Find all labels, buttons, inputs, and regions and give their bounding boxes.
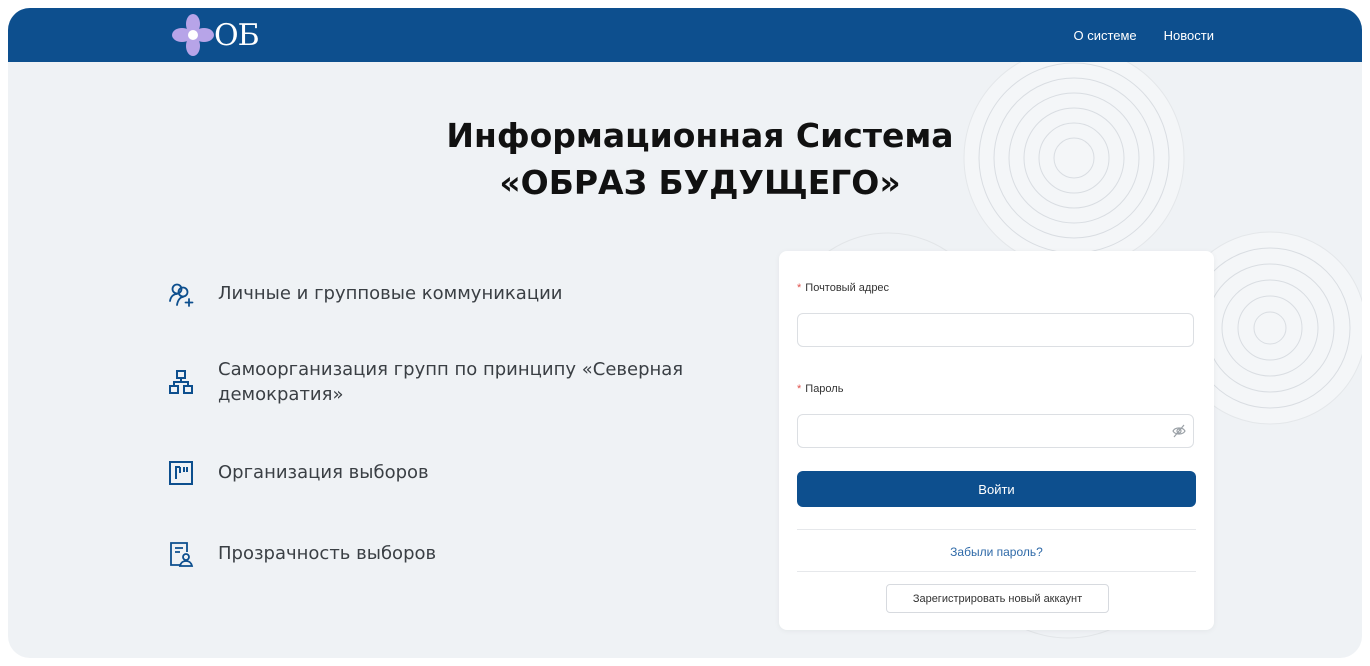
document-user-icon: [170, 542, 194, 567]
page-title-line1: Информационная Система: [446, 116, 954, 155]
divider: [797, 529, 1196, 530]
password-label-text: Пароль: [805, 383, 844, 395]
password-field-wrap: [779, 414, 1214, 450]
feature-item: Личные и групповые коммуникации: [168, 281, 768, 307]
required-mark: *: [797, 383, 802, 395]
email-field[interactable]: [797, 313, 1194, 347]
nav-link-news[interactable]: Новости: [1164, 28, 1214, 43]
feature-text: Организация выборов: [218, 462, 429, 483]
eye-hidden-icon[interactable]: [1172, 424, 1186, 438]
required-mark: *: [797, 282, 802, 294]
login-card: * Почтовый адрес * Пароль Войти Забыли пар…: [779, 251, 1214, 630]
flower-logo-icon: [172, 14, 214, 56]
ballot-box-icon: [169, 461, 193, 485]
org-structure-icon: [169, 370, 193, 394]
people-add-icon: [169, 283, 194, 307]
header-nav: О системе Новости: [1073, 8, 1214, 62]
logo-text: ОБ: [214, 17, 260, 53]
logo[interactable]: ОБ: [170, 12, 260, 58]
feature-item: Организация выборов: [168, 460, 768, 486]
forgot-password-link[interactable]: Забыли пароль?: [779, 545, 1214, 559]
register-button[interactable]: Зарегистрировать новый аккаунт: [886, 584, 1109, 613]
password-field[interactable]: [797, 414, 1194, 448]
feature-text: Прозрачность выборов: [218, 543, 437, 564]
top-navigation-bar: ОБ О системе Новости: [8, 8, 1362, 62]
feature-item: Самоорганизация групп по принципу «Север…: [168, 357, 728, 407]
divider: [797, 571, 1196, 572]
feature-item: Прозрачность выборов: [168, 541, 768, 567]
page-title: Информационная Система «ОБРАЗ БУДУЩЕГО»: [8, 112, 1362, 206]
feature-text: Личные и групповые коммуникации: [218, 283, 563, 304]
page-frame: ОБ О системе Новости Информационная Сист…: [8, 8, 1362, 658]
password-label: * Пароль: [797, 383, 843, 395]
email-label-text: Почтовый адрес: [805, 282, 890, 294]
login-button[interactable]: Войти: [797, 471, 1196, 507]
feature-text: Самоорганизация групп по принципу «Север…: [218, 359, 684, 405]
email-label: * Почтовый адрес: [797, 282, 889, 294]
nav-link-about[interactable]: О системе: [1073, 28, 1136, 43]
page-title-line2: «ОБРАЗ БУДУЩЕГО»: [499, 163, 901, 202]
